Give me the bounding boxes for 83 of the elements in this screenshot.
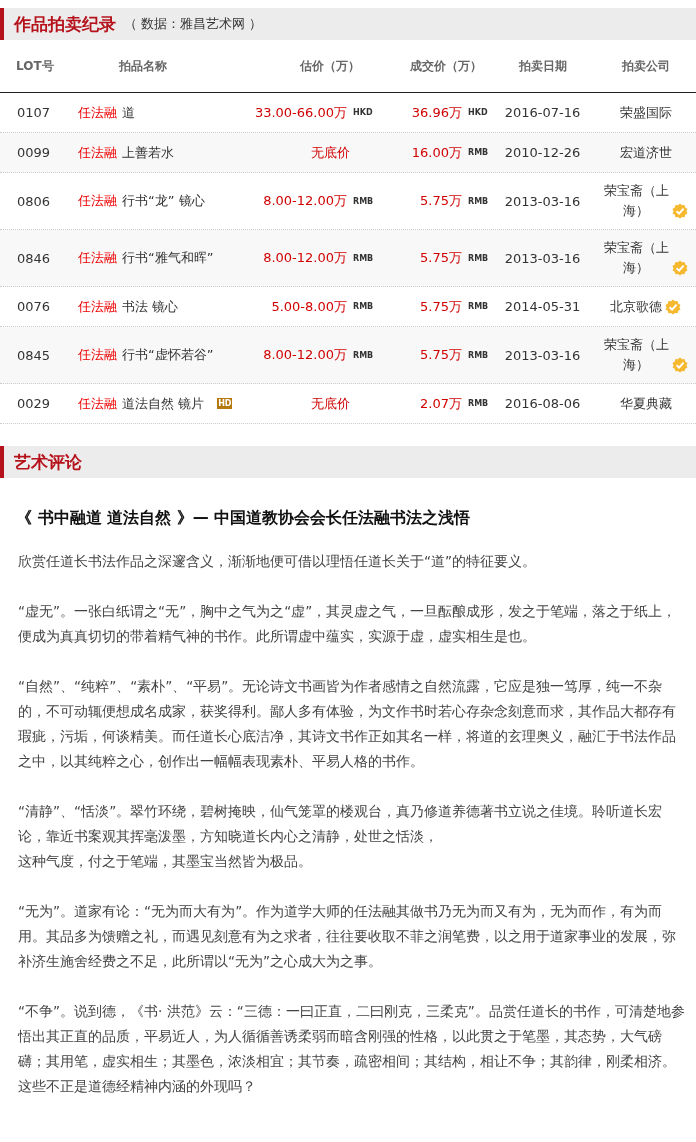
artwork-title[interactable]: 上善若水 xyxy=(122,143,174,162)
auction-date: 2013-03-16 xyxy=(503,250,582,266)
artist-link[interactable]: 任法融 xyxy=(78,249,117,267)
estimate-price: 8.00-12.00万 xyxy=(263,346,347,364)
verified-badge-icon xyxy=(672,203,688,219)
article-paragraph: “虚无”。一张白纸谓之“无”，胸中之气为之“虚”，其灵虚之气，一旦酝酿成形，发之于笔端，落之于纸上，便成为真真切切的带着精气神的书作。此所谓虚中蕴实，实源于虚，虚实相生是也。 xyxy=(18,602,678,646)
auction-date: 2014-05-31 xyxy=(503,299,582,314)
estimate-price: 无底价 xyxy=(311,143,351,162)
currency-label: RMB xyxy=(468,148,490,157)
article-paragraph: “自然”、“纯粹”、“素朴”、“平易”。无论诗文书画皆为作者感情之自然流露，它应是独一笃厚，纯一不杂的，不可动辄便想成名成家，获奖得利。鄙人多有体验，为文作书时若心存杂念刻意而求，其作品大都存有瑕疵，污垢，何谈精美。而任道长心底洁净，其诗文书作正如其名一样，将道的玄理奥义，融汇于书法作品之中，以其纯粹之心，创作出一幅幅表现素朴、平易人格的书作。 xyxy=(18,677,677,771)
column-header: 拍品名称 xyxy=(117,57,168,75)
auction-house: 北京歌德 xyxy=(610,297,662,316)
column-header: 拍卖公司 xyxy=(620,57,671,75)
hammer-price: 36.96万 xyxy=(411,103,462,122)
artist-link[interactable]: 任法融 xyxy=(78,143,117,162)
column-header: 成交价（万） xyxy=(409,57,483,75)
currency-label: HKD xyxy=(353,108,374,117)
article-line: 这种气度，付之于笔端，其墨宝当然皆为极品。 xyxy=(18,852,313,871)
column-header: 估价（万） xyxy=(298,57,361,75)
auction-house: 荣盛国际 xyxy=(619,103,672,122)
article-title: 《 书中融道 道法自然 》— 中国道教协会会长任法融书法之浅悟 xyxy=(16,508,472,529)
section-title: 作品拍卖纪录 xyxy=(14,12,116,36)
hammer-price: 16.00万 xyxy=(411,143,462,162)
auction-house: 荣宝斋（上海） xyxy=(603,182,669,220)
source-note: （ 数据：雅昌艺术网 ） xyxy=(124,15,263,33)
artist-link[interactable]: 任法融 xyxy=(78,297,117,316)
currency-label: RMB xyxy=(468,253,490,263)
artwork-title[interactable]: 道法自然 镜片 xyxy=(122,394,205,413)
auction-date: 2010-12-26 xyxy=(503,145,582,160)
article-paragraph: “不争”。说到德，《书· 洪范》云：“三德：一曰正直，二曰刚克，三柔克”。品赏任道长的书作，可清楚地参悟出其正直的品质，平易近人，为人循循善诱柔弱而暗含刚强的性格，以此贯之于笔墨，其态势，大气磅礴；其用笔，虚实相生；其墨色，浓淡相宜；其节奏，疏密相间；其结构，相让不争；其韵律，刚柔相济。这些不正是道德经精神内涵的外现吗？ xyxy=(18,1002,686,1096)
hammer-price: 5.75万 xyxy=(420,249,462,267)
lot-number: 0029 xyxy=(16,396,52,411)
currency-label: RMB xyxy=(353,253,375,263)
auction-date: 2016-08-06 xyxy=(503,396,582,411)
auction-house: 荣宝斋（上海） xyxy=(603,336,669,374)
currency-label: RMB xyxy=(353,350,375,360)
auction-date: 2013-03-16 xyxy=(503,193,582,209)
currency-label: HKD xyxy=(468,108,489,117)
currency-label: RMB xyxy=(353,302,375,311)
estimate-price: 无底价 xyxy=(311,394,351,413)
hammer-price: 2.07万 xyxy=(420,394,462,413)
artist-link[interactable]: 任法融 xyxy=(78,394,117,413)
currency-label: RMB xyxy=(468,399,490,408)
column-header: 拍卖日期 xyxy=(517,57,568,75)
currency-label: RMB xyxy=(468,350,490,360)
lot-number: 0099 xyxy=(16,145,52,160)
article-paragraph: 欣赏任道长书法作品之深邃含义，渐渐地便可借以理悟任道长关于“道”的特征要义。 xyxy=(18,552,538,571)
currency-label: RMB xyxy=(353,196,375,206)
artwork-title[interactable]: 道 xyxy=(122,103,135,122)
estimate-price: 33.00-66.00万 xyxy=(254,103,347,122)
hammer-price: 5.75万 xyxy=(420,192,462,210)
verified-badge-icon xyxy=(672,357,688,373)
lot-number: 0806 xyxy=(16,193,52,209)
auction-house: 荣宝斋（上海） xyxy=(603,239,669,277)
hammer-price: 5.75万 xyxy=(420,297,462,316)
article-line: “清静”、“恬淡”。翠竹环绕，碧树掩映，仙气笼罩的楼观台，真乃修道养德著书立说之佳境。聆听道长宏论，靠近书案观其挥毫泼墨，方知晓道长内心之清静，处世之恬淡， xyxy=(18,802,664,846)
artwork-title[interactable]: 行书“雅气和晖” xyxy=(122,249,214,267)
artwork-title[interactable]: 书法 镜心 xyxy=(122,297,179,316)
auction-house: 宏道济世 xyxy=(619,143,672,162)
artist-link[interactable]: 任法融 xyxy=(78,346,117,364)
estimate-price: 5.00-8.00万 xyxy=(271,297,347,316)
currency-label: RMB xyxy=(468,196,490,206)
artwork-title[interactable]: 行书“虚怀若谷” xyxy=(122,346,214,364)
hd-badge: HD xyxy=(217,398,233,409)
lot-number: 0076 xyxy=(16,299,52,314)
hammer-price: 5.75万 xyxy=(420,346,462,364)
lot-number: 0107 xyxy=(16,105,52,120)
lot-number: 0846 xyxy=(16,250,52,266)
verified-badge-icon xyxy=(665,298,681,315)
auction-house: 华夏典藏 xyxy=(619,394,672,413)
artist-link[interactable]: 任法融 xyxy=(78,103,117,122)
auction-date: 2013-03-16 xyxy=(503,347,582,363)
verified-badge-icon xyxy=(672,260,688,276)
artwork-title[interactable]: 行书“龙” 镜心 xyxy=(122,192,205,210)
estimate-price: 8.00-12.00万 xyxy=(263,249,347,267)
section-title: 艺术评论 xyxy=(14,450,82,474)
column-header: LOT号 xyxy=(15,57,55,75)
currency-label: RMB xyxy=(468,302,490,311)
lot-number: 0845 xyxy=(16,347,52,363)
estimate-price: 8.00-12.00万 xyxy=(263,192,347,210)
auction-date: 2016-07-16 xyxy=(503,105,582,120)
artist-link[interactable]: 任法融 xyxy=(78,192,117,210)
article-paragraph: “无为”。道家有论：“无为而大有为”。作为道学大师的任法融其做书乃无为而又有为，无为而作，有为而用。其品多为馈赠之礼，而遇见刻意有为之求者，往往要收取不菲之润笔费，以之用于道家事业的发展，弥补济生施舍经费之不足，此所谓以“无为”之心成大为之事。 xyxy=(18,902,677,971)
